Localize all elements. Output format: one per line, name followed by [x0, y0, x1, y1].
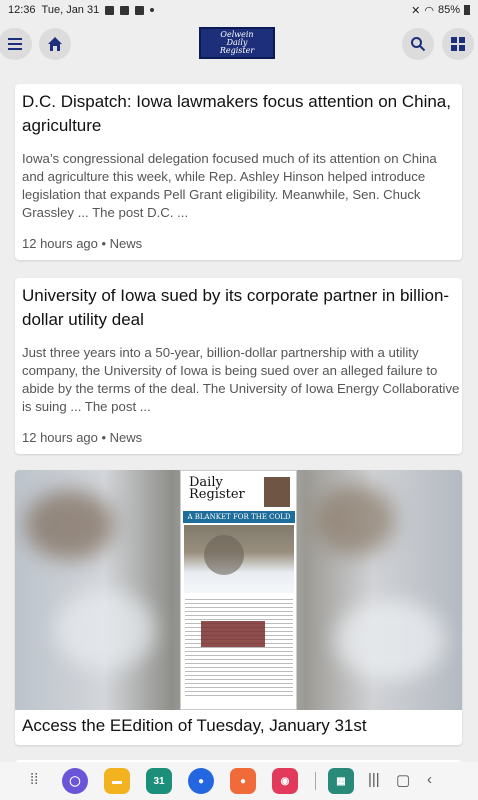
status-time: 12:36 — [8, 4, 36, 16]
paper-snow-photo — [184, 525, 294, 593]
more-notifications-icon — [150, 8, 155, 12]
article-meta: 12 hours ago • News — [22, 236, 143, 251]
eedition-caption[interactable]: Access the EEdition of Tuesday, January … — [22, 714, 367, 738]
camera-icon[interactable]: ◉ — [272, 768, 298, 794]
home-icon — [48, 37, 62, 51]
grid-icon — [451, 37, 465, 51]
notification-icon — [120, 5, 130, 15]
article-excerpt: Iowa’s congressional delegation focused … — [22, 151, 437, 220]
article-title[interactable]: University of Iowa sued by its corporate… — [22, 284, 457, 332]
battery-icon — [464, 5, 470, 15]
paper-text-columns — [185, 599, 293, 699]
article-card[interactable]: University of Iowa sued by its corporate… — [15, 278, 462, 454]
samsung-internet-icon[interactable]: ◯ — [62, 768, 88, 794]
newspaper-cover-image[interactable]: Daily Register A BLANKET FOR THE COLD — [180, 470, 297, 710]
back-icon[interactable]: ‹ — [427, 771, 432, 788]
paper-motorcycle-photo — [201, 621, 265, 647]
article-meta: 12 hours ago • News — [22, 430, 143, 445]
calendar-icon[interactable]: 31 — [146, 768, 172, 794]
app-drawer-icon[interactable]: ⁞⁞ — [30, 771, 38, 788]
mute-icon: ✕ — [411, 4, 421, 17]
home-nav-icon[interactable]: ▢ — [396, 771, 410, 789]
status-date: Tue, Jan 31 — [41, 4, 100, 16]
hamburger-icon — [8, 38, 22, 50]
dock-divider — [315, 772, 316, 790]
search-button[interactable] — [402, 28, 434, 60]
wifi-icon: ◠ — [424, 4, 434, 17]
status-bar: 12:36 Tue, Jan 31 ✕ ◠ 85% — [0, 0, 478, 20]
search-icon — [411, 37, 426, 52]
my-files-icon[interactable]: ▬ — [104, 768, 130, 794]
notification-icon — [135, 5, 145, 15]
paper-headline: A BLANKET FOR THE COLD — [183, 511, 295, 523]
menu-button[interactable] — [0, 28, 32, 60]
qr-scanner-icon[interactable]: ▦ — [328, 768, 354, 794]
app-header: Oelwein Daily Register — [0, 20, 478, 68]
notification-icon — [105, 5, 115, 15]
site-logo[interactable]: Oelwein Daily Register — [199, 27, 275, 59]
article-excerpt: Just three years into a 50-year, billion… — [22, 345, 460, 414]
paper-masthead: Daily Register — [189, 475, 245, 502]
messages-icon[interactable]: ● — [188, 768, 214, 794]
recent-apps-icon[interactable]: ||| — [368, 771, 380, 788]
home-button[interactable] — [39, 28, 71, 60]
paper-thumbnail-photo — [264, 477, 290, 507]
article-title[interactable]: D.C. Dispatch: Iowa lawmakers focus atte… — [22, 90, 457, 138]
eedition-card[interactable]: Daily Register A BLANKET FOR THE COLD Ac… — [15, 470, 462, 745]
battery-level: 85% — [437, 4, 460, 16]
article-card[interactable]: D.C. Dispatch: Iowa lawmakers focus atte… — [15, 84, 462, 260]
system-nav-bar: ⁞⁞ ◯ ▬ 31 ● ● ◉ ▦ ||| ▢ ‹ — [0, 762, 478, 800]
sections-grid-button[interactable] — [442, 28, 474, 60]
contacts-icon[interactable]: ● — [230, 768, 256, 794]
